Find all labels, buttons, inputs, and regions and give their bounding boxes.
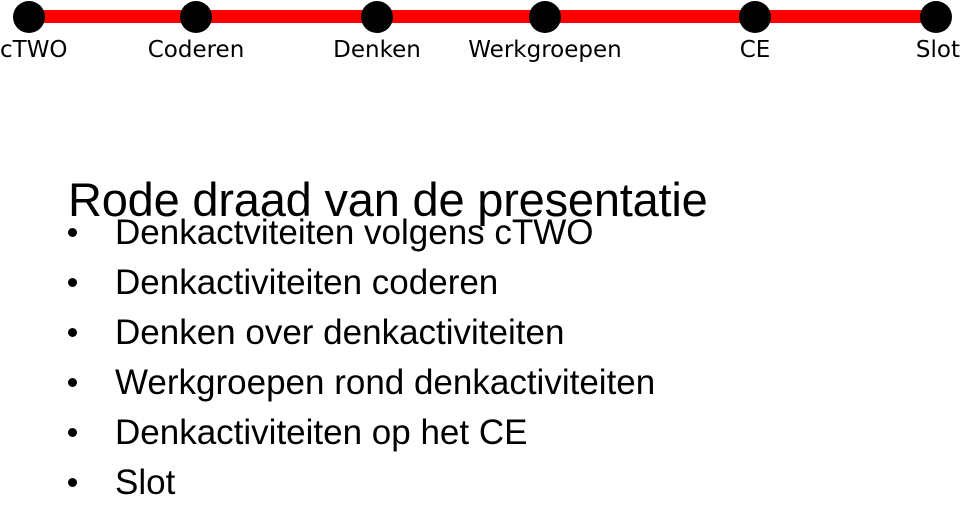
timeline-dot-icon — [13, 1, 45, 33]
timeline-red-line — [29, 10, 936, 23]
list-item: Denkactiviteiten coderen — [62, 259, 922, 309]
list-item: Denkactviteiten volgens cTWO — [62, 209, 922, 259]
list-item-label: Slot — [115, 463, 176, 502]
list-item-label: Werkgroepen rond denkactiviteiten — [115, 363, 656, 402]
list-item: Slot — [62, 459, 922, 509]
bullet-dot-icon — [68, 278, 77, 287]
presentation-timeline: cTWO Coderen Denken Werkgroepen CE Slot — [0, 0, 960, 76]
bullet-dot-icon — [68, 378, 77, 387]
timeline-dot-icon — [361, 1, 393, 33]
timeline-dot-icon — [920, 1, 952, 33]
list-item-label: Denkactviteiten volgens cTWO — [115, 213, 594, 252]
list-item-label: Denkactiviteiten op het CE — [115, 413, 528, 452]
list-item-label: Denkactiviteiten coderen — [115, 263, 499, 302]
list-item: Werkgroepen rond denkactiviteiten — [62, 359, 922, 409]
slide-bullet-list: Denkactviteiten volgens cTWO Denkactivit… — [62, 209, 922, 509]
bullet-dot-icon — [68, 328, 77, 337]
timeline-dot-icon — [739, 1, 771, 33]
list-item: Denken over denkactiviteiten — [62, 309, 922, 359]
bullet-dot-icon — [68, 478, 77, 487]
list-item-label: Denken over denkactiviteiten — [115, 313, 565, 352]
bullet-dot-icon — [68, 428, 77, 437]
timeline-label-slot: Slot — [915, 37, 960, 63]
timeline-dot-icon — [180, 1, 212, 33]
bullet-dot-icon — [68, 228, 77, 237]
list-item: Denkactiviteiten op het CE — [62, 409, 922, 459]
timeline-dot-icon — [529, 1, 561, 33]
